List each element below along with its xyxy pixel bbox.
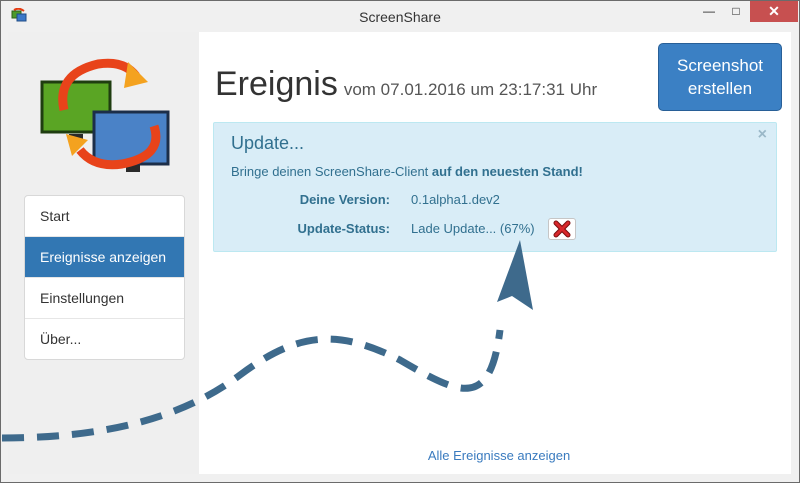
minimize-button[interactable]: — <box>696 1 722 22</box>
main-content: Ereignis vom 07.01.2016 um 23:17:31 Uhr S… <box>199 32 791 474</box>
minimize-icon: — <box>703 4 715 18</box>
maximize-button[interactable]: □ <box>723 1 749 22</box>
update-alert: × Update... Bringe deinen ScreenShare-Cl… <box>213 122 777 252</box>
status-label: Update-Status: <box>297 221 390 236</box>
maximize-icon: □ <box>732 4 740 18</box>
nav-item-ereignisse[interactable]: Ereignisse anzeigen <box>25 237 184 278</box>
screenshot-button-line2: erstellen <box>687 79 753 98</box>
alert-close-button[interactable]: × <box>758 126 767 144</box>
page-title-text: Ereignis <box>215 65 338 103</box>
version-value: 0.1alpha1.dev2 <box>411 192 500 207</box>
title-bar[interactable]: ScreenShare — □ ✕ <box>1 1 799 32</box>
page-subtitle: vom 07.01.2016 um 23:17:31 Uhr <box>343 80 598 99</box>
close-icon: ✕ <box>768 3 780 19</box>
nav-menu: Start Ereignisse anzeigen Einstellungen … <box>24 195 185 360</box>
screenshot-button-line1: Screenshot <box>677 56 763 75</box>
app-window: ScreenShare — □ ✕ Start Ereignisse anzei… <box>0 0 800 483</box>
nav-item-einstellungen[interactable]: Einstellungen <box>25 278 184 319</box>
screenshot-button[interactable]: Screenshot erstellen <box>658 43 782 111</box>
nav-item-ueber[interactable]: Über... <box>25 319 184 359</box>
alert-title: Update... <box>231 133 305 153</box>
status-value: Lade Update... (67%) <box>411 221 535 236</box>
nav-item-start[interactable]: Start <box>25 196 184 237</box>
screenshare-logo <box>40 58 170 172</box>
cancel-x-icon <box>553 220 571 238</box>
page-title: Ereignis vom 07.01.2016 um 23:17:31 Uhr <box>215 65 597 104</box>
cancel-update-button[interactable] <box>548 218 576 240</box>
sidebar: Start Ereignisse anzeigen Einstellungen … <box>8 32 199 474</box>
window-title: ScreenShare <box>359 9 441 25</box>
alert-text-bold: auf den neuesten Stand! <box>431 164 583 179</box>
alert-text: Bringe deinen ScreenShare-Client auf den… <box>231 164 583 179</box>
alert-text-prefix: Bringe deinen ScreenShare-Client <box>231 164 432 179</box>
all-events-link[interactable]: Alle Ereignisse anzeigen <box>199 448 799 463</box>
version-label: Deine Version: <box>299 192 390 207</box>
close-button[interactable]: ✕ <box>750 1 798 22</box>
